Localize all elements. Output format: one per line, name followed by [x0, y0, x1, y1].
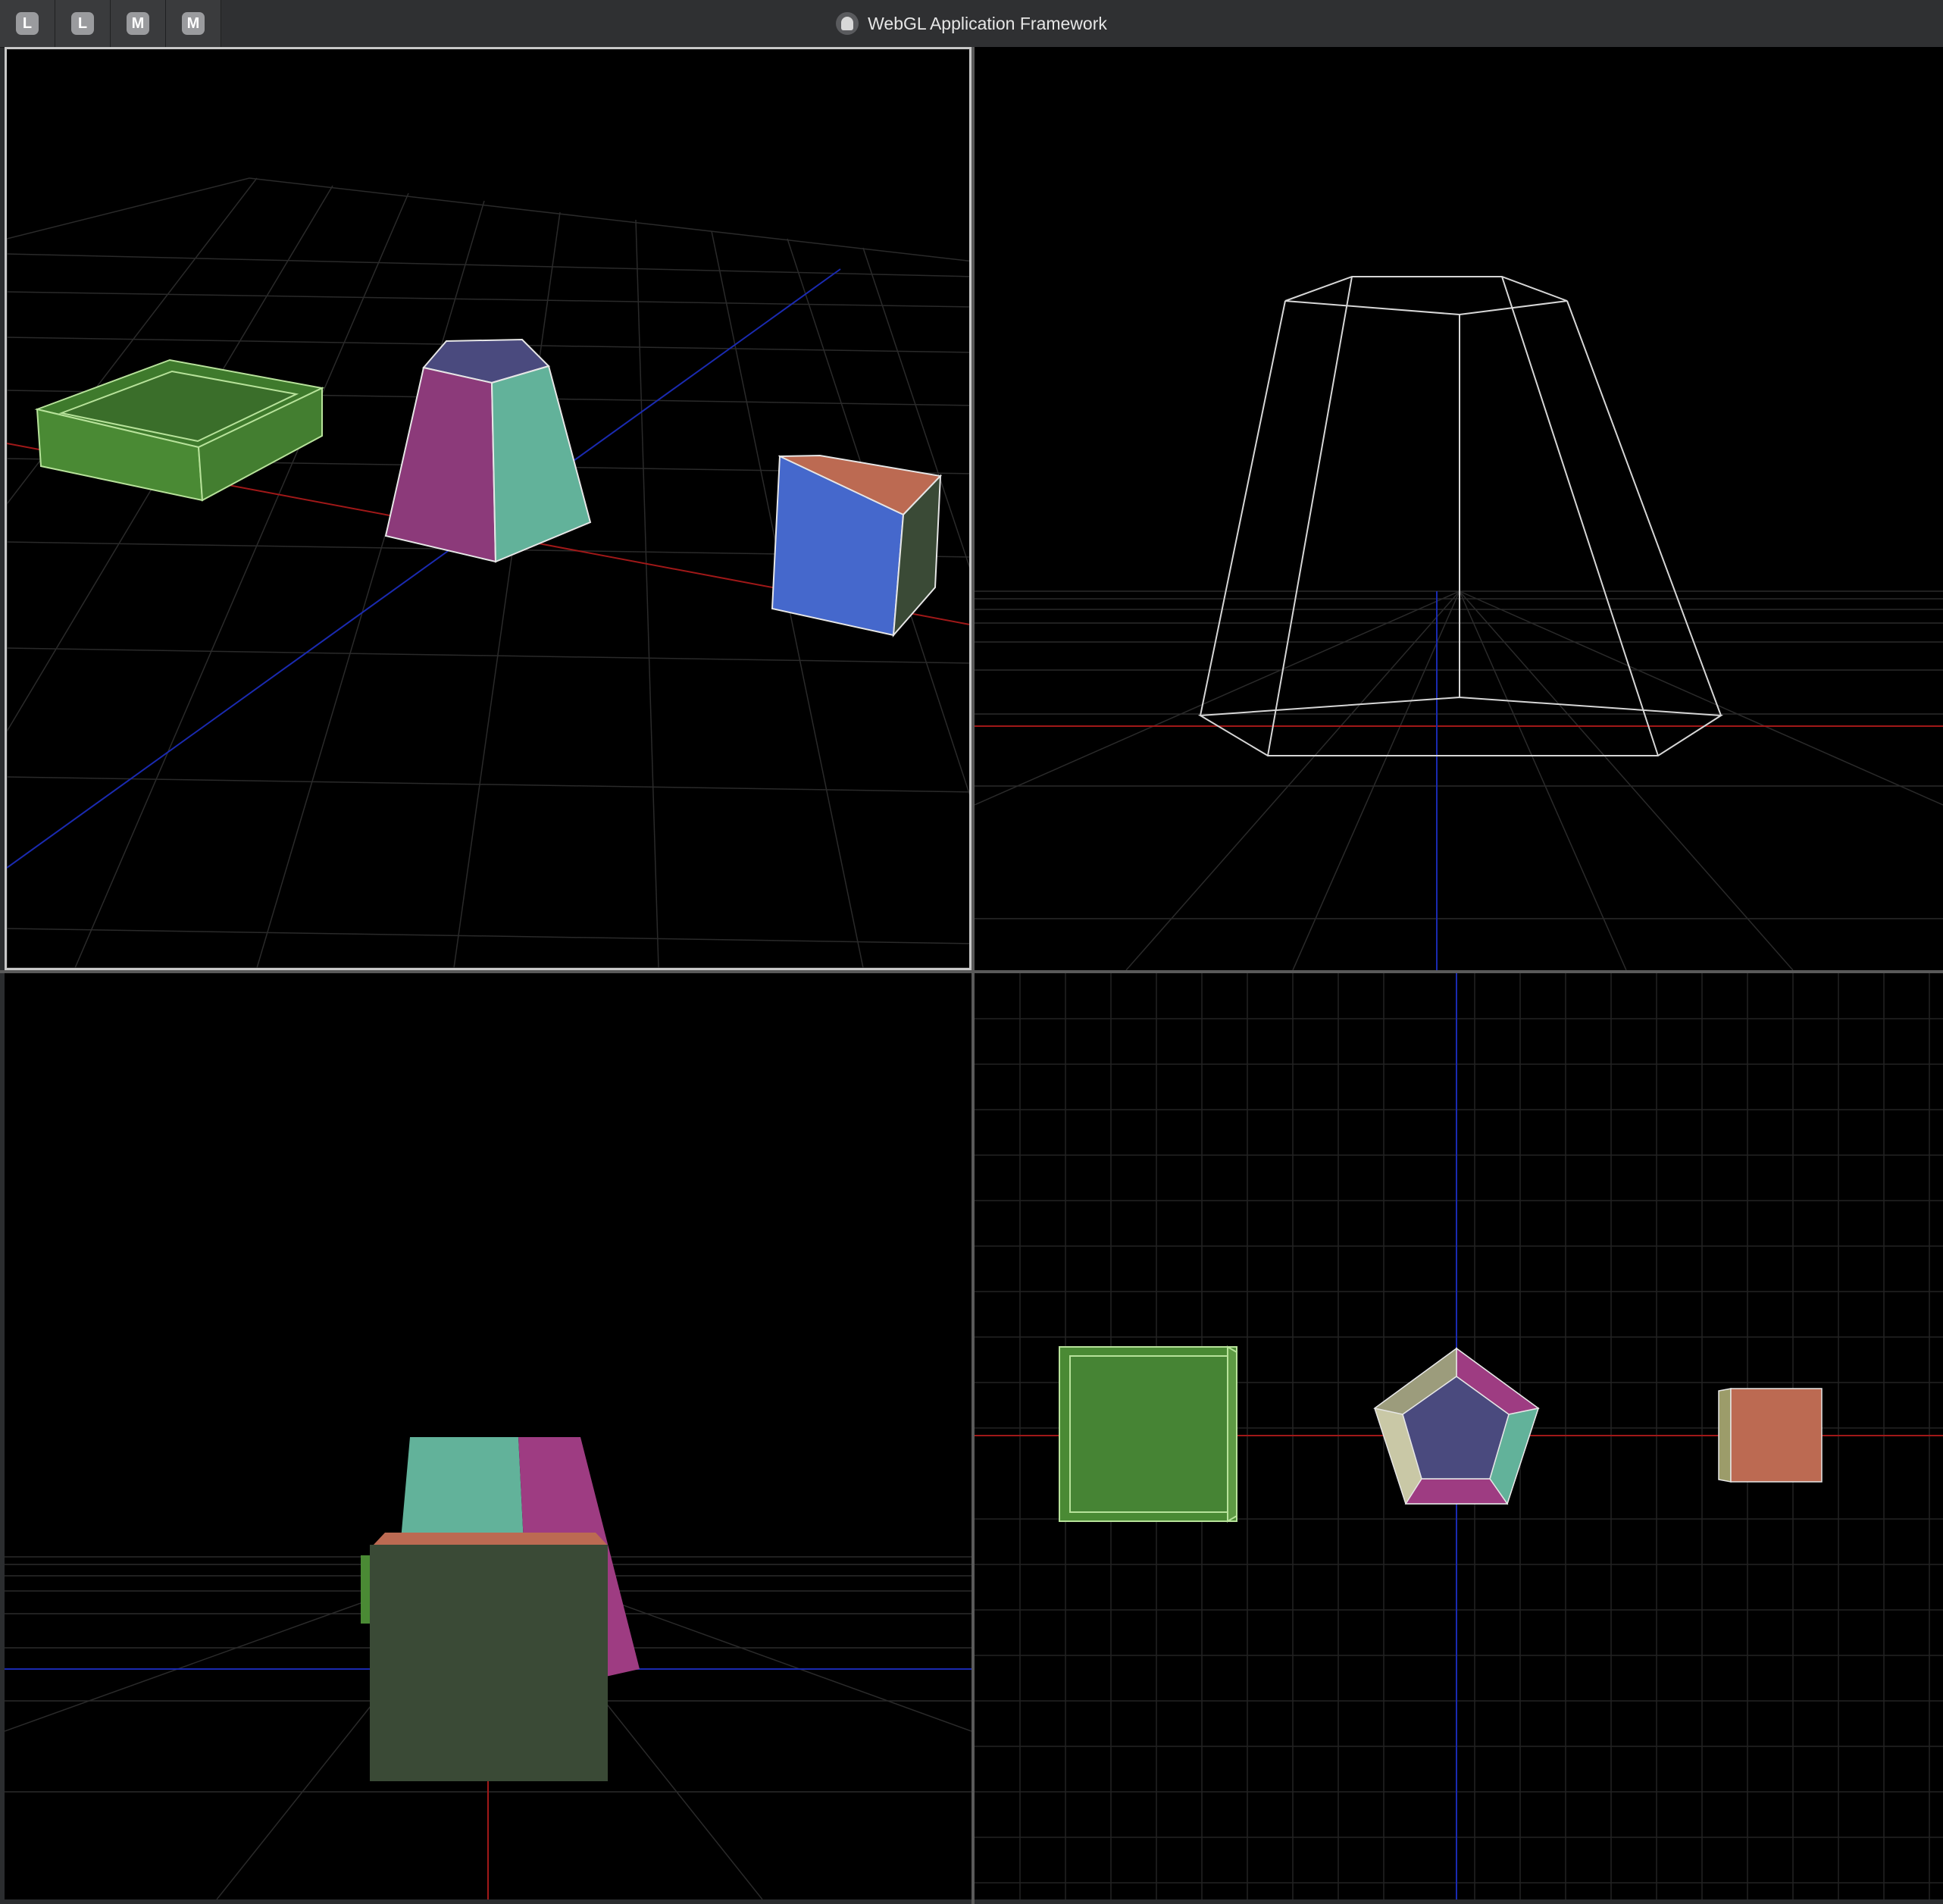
tab-2[interactable]: L: [55, 0, 111, 47]
top-pyramid: [1373, 1347, 1540, 1505]
window-title-text: WebGL Application Framework: [868, 13, 1107, 33]
top-scene: [975, 973, 1943, 1899]
tab-strip: L L M M: [0, 0, 221, 47]
front-scene: [5, 1437, 972, 1899]
tab-1[interactable]: L: [0, 0, 55, 47]
tab-3[interactable]: M: [111, 0, 166, 47]
viewport-front[interactable]: [5, 973, 972, 1899]
tab-1-badge: L: [16, 12, 39, 35]
viewport-top[interactable]: [975, 973, 1943, 1899]
window-title: WebGL Application Framework: [0, 0, 1943, 47]
tab-4[interactable]: M: [166, 0, 221, 47]
front-objects: [361, 1437, 640, 1781]
cube: [771, 454, 943, 637]
wireframe-scene: [975, 276, 1943, 970]
tab-2-badge: L: [71, 12, 94, 35]
title-bar: L L M M WebGL Application Framework: [0, 0, 1943, 48]
pyramid-wireframe: [1197, 276, 1724, 756]
viewport-wireframe[interactable]: [975, 47, 1943, 970]
top-green-tray: [1059, 1345, 1237, 1523]
tab-3-badge: M: [127, 12, 149, 35]
viewport-divider-horizontal[interactable]: [0, 970, 1943, 973]
viewport-perspective[interactable]: [5, 47, 972, 970]
app-logo-icon: [836, 12, 859, 35]
viewport-divider-vertical[interactable]: [972, 47, 975, 1904]
top-cube: [1718, 1388, 1823, 1483]
perspective-scene: [7, 177, 969, 968]
tab-4-badge: M: [182, 12, 205, 35]
